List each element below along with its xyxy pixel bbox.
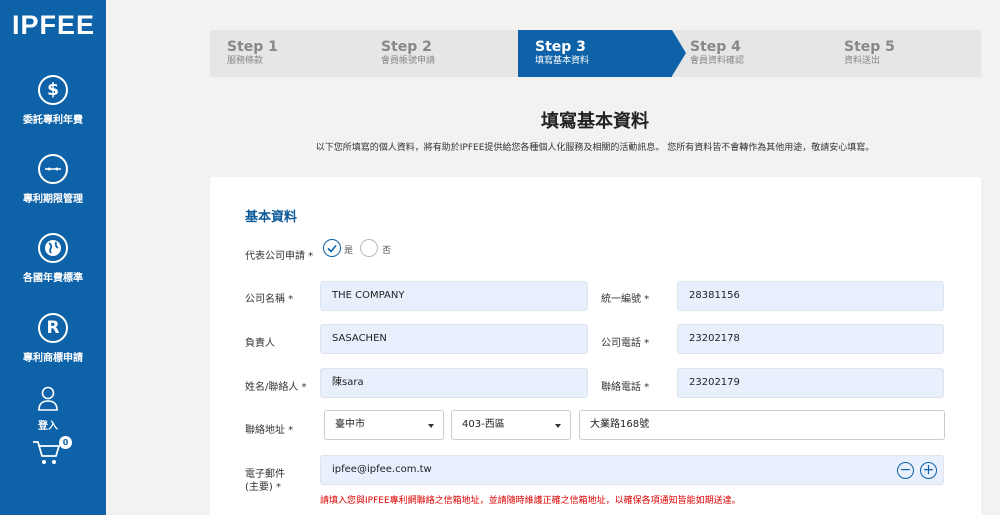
step-1: Step 1 服務條款 [210,30,364,77]
step-title: Step 4 [690,39,741,55]
owner-label: 負責人 [245,338,275,349]
city-select[interactable]: 臺中市 [324,410,444,440]
cart-button[interactable]: 0 [32,436,72,469]
district-select-value: 403-西區 [462,419,505,430]
sidebar: IPFEE $ 委託專利年費 專利期限管理 各國年費標準 R 專利商標申請 登入… [0,0,106,515]
step-subtitle: 會員帳號申請 [381,56,436,66]
contact-phone-label: 聯絡電話 * [601,382,650,393]
street-address-input[interactable]: 大業路168號 [579,410,945,440]
contact-phone-field[interactable]: 23202179 [677,368,944,398]
dollar-icon: $ [38,75,68,105]
intro-text: 以下您所填寫的個人資料，將有助於IPFEE提供給您各種個人化服務及相關的活動訊息… [315,143,875,153]
company-phone-field[interactable]: 23202178 [677,324,944,354]
login-button[interactable]: 登入 [0,386,96,432]
step-title: Step 1 [227,39,278,55]
contact-name-label: 姓名/聯絡人 * [245,382,307,393]
step-3-active: Step 3 填寫基本資料 [518,30,686,77]
progress-stepper: Step 1 服務條款 Step 2 會員帳號申請 Step 3 填寫基本資料 … [210,30,981,77]
step-title: Step 2 [381,39,432,55]
company-apply-no-label: 否 [382,246,392,256]
sidebar-item-label: 專利商標申請 [23,353,83,364]
district-select[interactable]: 403-西區 [451,410,571,440]
section-title: 基本資料 [245,210,298,225]
login-label: 登入 [38,421,58,432]
cart-icon [33,441,61,464]
chevron-down-icon [555,424,561,428]
step-subtitle: 填寫基本資料 [535,56,590,66]
step-subtitle: 會員資料確認 [690,56,745,66]
globe-icon [38,233,68,263]
page-title: 填寫基本資料 [541,111,649,132]
company-apply-no-radio[interactable] [360,239,378,257]
company-name-label: 公司名稱 * [245,294,294,305]
cart-count-badge: 0 [59,436,72,449]
email-primary-label: (主要) * [245,482,281,493]
step-title: Step 5 [844,39,895,55]
company-apply-yes-radio[interactable] [323,239,341,257]
check-icon [327,244,337,253]
sidebar-item-label: 各國年費標準 [23,273,83,284]
company-apply-label: 代表公司申請 * [245,251,314,262]
city-select-value: 臺中市 [335,419,365,430]
email-hint: 請填入您與IPFEE專利網聯絡之信箱地址，並請隨時維護正確之信箱地址，以確保各項… [320,496,741,506]
company-phone-label: 公司電話 * [601,338,650,349]
remove-email-button[interactable]: − [897,462,914,479]
chevron-down-icon [428,424,434,428]
registered-icon: R [38,313,68,343]
step-2: Step 2 會員帳號申請 [364,30,518,77]
step-subtitle: 資料送出 [844,56,881,66]
owner-field[interactable]: SASACHEN [320,324,588,354]
contact-name-field[interactable]: 陳sara [320,368,588,398]
user-icon [38,386,58,411]
calendar-clock-icon [38,154,68,184]
step-5: Step 5 資料送出 [827,30,981,77]
email-field[interactable]: ipfee@ipfee.com.tw [320,455,944,485]
company-apply-yes-label: 是 [344,246,354,256]
step-title: Step 3 [535,39,586,55]
sidebar-item-deadline-management[interactable]: 專利期限管理 [0,154,106,205]
step-4: Step 4 會員資料確認 [673,30,827,77]
sidebar-item-fee-standards[interactable]: 各國年費標準 [0,233,106,284]
add-email-button[interactable]: + [920,462,937,479]
sidebar-item-trademark-application[interactable]: R 專利商標申請 [0,313,106,364]
step-subtitle: 服務條款 [227,56,264,66]
address-label: 聯絡地址 * [245,425,294,436]
form-card: 基本資料 代表公司申請 * 是 否 公司名稱 * THE COMPANY 統一編… [210,177,981,515]
logo[interactable]: IPFEE [12,10,95,41]
tax-id-label: 統一編號 * [601,294,650,305]
sidebar-item-label: 專利期限管理 [23,194,83,205]
tax-id-field[interactable]: 28381156 [677,281,944,311]
company-name-field[interactable]: THE COMPANY [320,281,588,311]
